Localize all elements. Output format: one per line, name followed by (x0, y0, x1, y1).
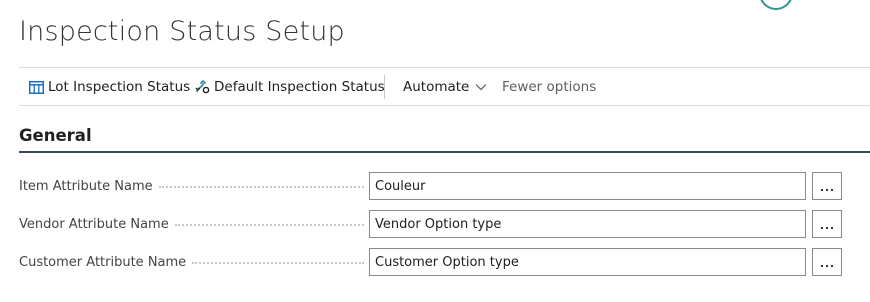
default-inspection-status-label: Default Inspection Status (214, 79, 385, 95)
vendor-attribute-name-row: Vendor Attribute Name (19, 210, 849, 238)
item-attribute-name-row: Item Attribute Name (19, 172, 849, 200)
profile-circle-icon[interactable] (759, 0, 793, 10)
default-inspection-status-button[interactable]: Default Inspection Status (194, 68, 385, 106)
flow-icon (194, 79, 210, 95)
section-title-general: General (19, 126, 92, 145)
item-attribute-name-input[interactable] (369, 172, 806, 200)
action-separator (384, 75, 385, 99)
customer-attribute-name-input[interactable] (369, 248, 806, 276)
ellipsis-icon (820, 253, 834, 272)
customer-attribute-lookup-button[interactable] (812, 248, 842, 276)
table-icon (28, 79, 44, 95)
item-attribute-name-label: Item Attribute Name (19, 178, 153, 194)
ellipsis-icon (820, 215, 834, 234)
vendor-attribute-lookup-button[interactable] (812, 210, 842, 238)
automate-menu-button[interactable]: Automate (403, 68, 489, 106)
inspection-status-setup-page: Inspection Status Setup Lot Inspection S… (0, 0, 870, 302)
chevron-down-icon (473, 79, 489, 95)
section-divider (19, 151, 870, 153)
label-leader (158, 186, 364, 188)
action-bar: Lot Inspection Status Default Inspection… (19, 67, 870, 106)
automate-label: Automate (403, 79, 470, 95)
lot-inspection-status-label: Lot Inspection Status (48, 79, 191, 95)
customer-attribute-name-row: Customer Attribute Name (19, 248, 849, 276)
lot-inspection-status-button[interactable]: Lot Inspection Status (28, 68, 190, 106)
label-leader (174, 224, 364, 226)
page-title: Inspection Status Setup (19, 16, 345, 47)
fewer-options-button[interactable]: Fewer options (502, 68, 596, 106)
vendor-attribute-name-label-wrap: Vendor Attribute Name (19, 210, 364, 238)
vendor-attribute-name-label: Vendor Attribute Name (19, 216, 169, 232)
fewer-options-label: Fewer options (502, 79, 597, 95)
customer-attribute-name-label: Customer Attribute Name (19, 254, 187, 270)
item-attribute-name-label-wrap: Item Attribute Name (19, 172, 364, 200)
item-attribute-lookup-button[interactable] (812, 172, 842, 200)
vendor-attribute-name-input[interactable] (369, 210, 806, 238)
customer-attribute-name-label-wrap: Customer Attribute Name (19, 248, 364, 276)
ellipsis-icon (820, 177, 834, 196)
label-leader (192, 262, 364, 264)
